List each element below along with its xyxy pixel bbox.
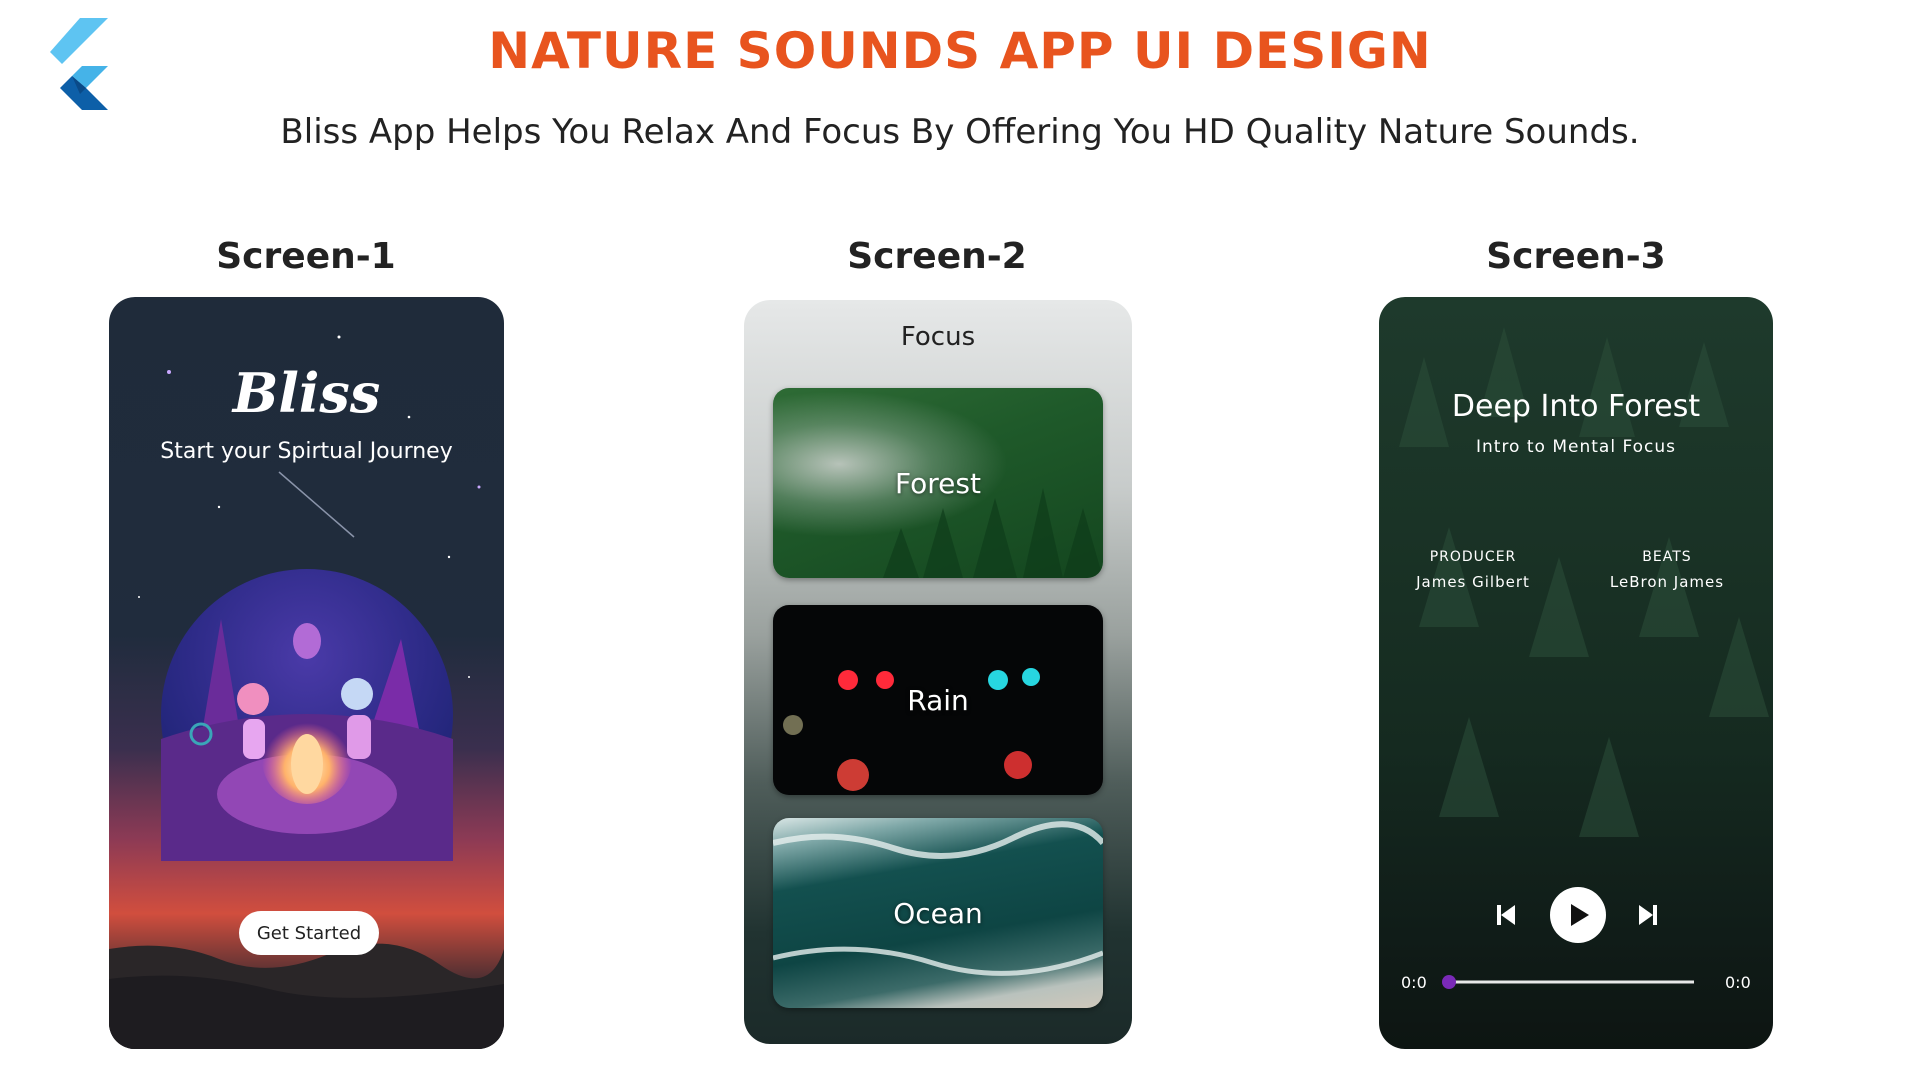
player-controls — [1497, 887, 1657, 943]
page-title: NATURE SOUNDS APP UI DESIGN — [488, 22, 1432, 80]
beats-meta: BEATS LeBron James — [1587, 549, 1747, 591]
skip-previous-icon[interactable] — [1497, 905, 1515, 925]
get-started-button[interactable]: Get Started — [239, 911, 379, 955]
producer-meta: PRODUCER James Gilbert — [1393, 549, 1553, 591]
forest-card-label: Forest — [895, 466, 981, 500]
beats-value: LeBron James — [1609, 573, 1725, 591]
screen-1-label: Screen-1 — [216, 236, 396, 277]
producer-value: James Gilbert — [1416, 573, 1530, 591]
screen-3-label: Screen-3 — [1486, 236, 1666, 277]
play-button[interactable] — [1550, 887, 1606, 943]
ocean-card-label: Ocean — [893, 896, 983, 930]
rain-card-label: Rain — [907, 683, 969, 717]
page-subtitle: Bliss App Helps You Relax And Focus By O… — [280, 112, 1640, 152]
screen-2-phone: Focus Forest Rain Ocean — [744, 300, 1132, 1044]
focus-title: Focus — [900, 322, 976, 352]
screen-3-phone: Deep Into Forest Intro to Mental Focus P… — [1379, 297, 1773, 1049]
producer-key: PRODUCER — [1429, 549, 1517, 565]
app-brand: Bliss — [232, 361, 381, 425]
skip-next-icon[interactable] — [1639, 905, 1657, 925]
progress-thumb — [1442, 975, 1456, 989]
beats-key: BEATS — [1642, 549, 1692, 565]
screen-1-phone: Bliss Start your Spirtual Journey Get St… — [109, 297, 504, 1049]
time-total: 0:0 — [1725, 973, 1751, 992]
track-title: Deep Into Forest — [1451, 389, 1701, 424]
track-subtitle: Intro to Mental Focus — [1475, 437, 1676, 457]
campfire-illustration — [161, 569, 453, 861]
forest-card[interactable]: Forest — [773, 388, 1103, 578]
ocean-card[interactable]: Ocean — [773, 818, 1103, 1008]
app-tagline: Start your Spirtual Journey — [160, 439, 453, 464]
rain-card[interactable]: Rain — [773, 605, 1103, 795]
progress-slider[interactable] — [1379, 967, 1773, 997]
screen-2-label: Screen-2 — [847, 236, 1027, 277]
